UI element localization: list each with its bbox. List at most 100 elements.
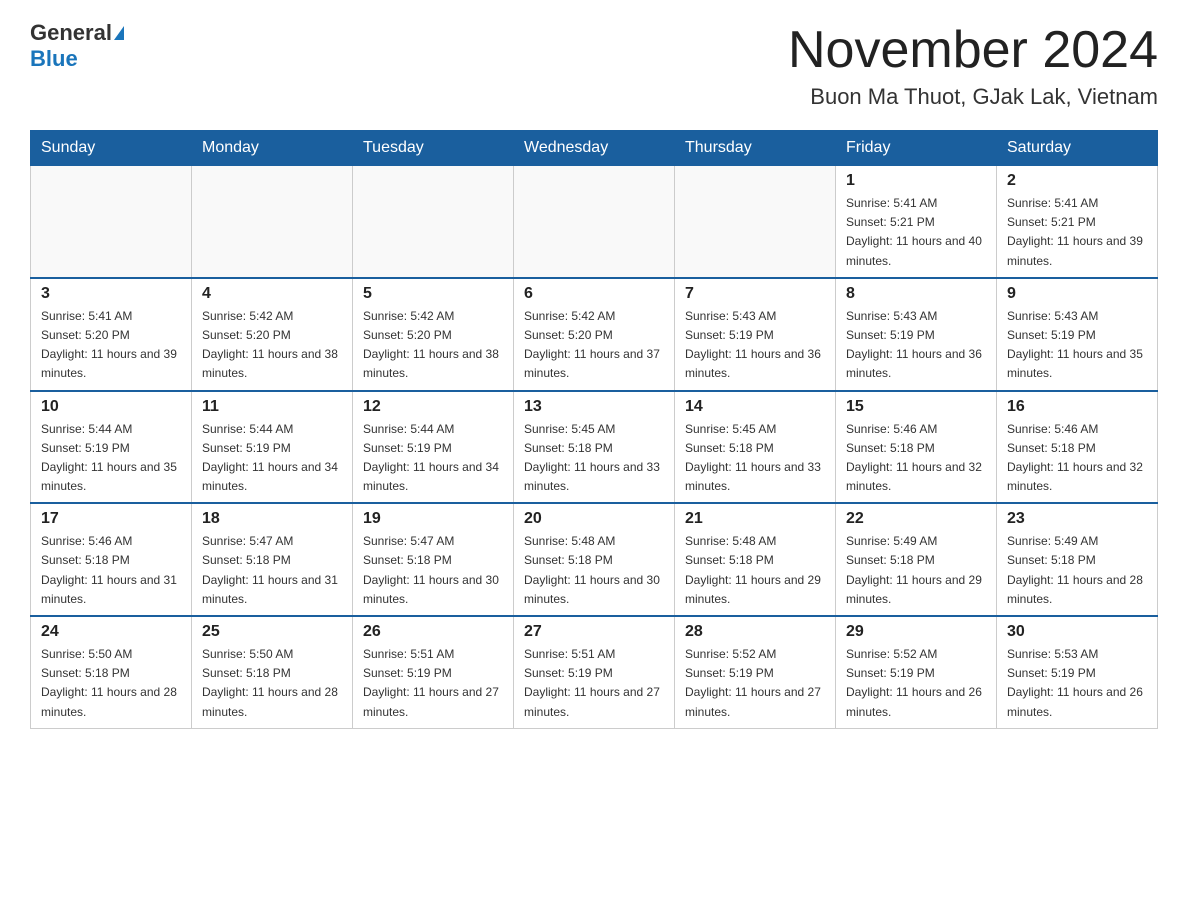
day-number: 24 — [41, 623, 181, 641]
calendar-day-cell — [675, 166, 836, 278]
day-number: 19 — [363, 510, 503, 528]
page-header: General Blue November 2024 Buon Ma Thuot… — [30, 20, 1158, 110]
calendar-header-row: SundayMondayTuesdayWednesdayThursdayFrid… — [31, 131, 1158, 166]
day-info: Sunrise: 5:45 AM Sunset: 5:18 PM Dayligh… — [685, 420, 825, 497]
calendar-day-cell: 17 Sunrise: 5:46 AM Sunset: 5:18 PM Dayli… — [31, 503, 192, 616]
calendar-day-cell: 7 Sunrise: 5:43 AM Sunset: 5:19 PM Daylig… — [675, 278, 836, 391]
calendar-day-cell — [31, 166, 192, 278]
day-of-week-header: Tuesday — [353, 131, 514, 166]
day-of-week-header: Saturday — [997, 131, 1158, 166]
day-info: Sunrise: 5:48 AM Sunset: 5:18 PM Dayligh… — [524, 532, 664, 609]
day-info: Sunrise: 5:50 AM Sunset: 5:18 PM Dayligh… — [41, 645, 181, 722]
calendar-day-cell: 2Sunrise: 5:41 AM Sunset: 5:21 PM Daylig… — [997, 166, 1158, 278]
calendar-day-cell: 25 Sunrise: 5:50 AM Sunset: 5:18 PM Dayli… — [192, 616, 353, 728]
day-number: 25 — [202, 623, 342, 641]
calendar-day-cell: 26Sunrise: 5:51 AM Sunset: 5:19 PM Dayli… — [353, 616, 514, 728]
day-of-week-header: Wednesday — [514, 131, 675, 166]
month-year-title: November 2024 — [788, 20, 1158, 80]
day-info: Sunrise: 5:49 AM Sunset: 5:18 PM Dayligh… — [846, 532, 986, 609]
day-number: 10 — [41, 398, 181, 416]
calendar-week-row: 3 Sunrise: 5:41 AM Sunset: 5:20 PM Daylig… — [31, 278, 1158, 391]
day-number: 22 — [846, 510, 986, 528]
day-info: Sunrise: 5:41 AM Sunset: 5:21 PM Dayligh… — [846, 194, 986, 271]
day-of-week-header: Monday — [192, 131, 353, 166]
day-info: Sunrise: 5:47 AM Sunset: 5:18 PM Dayligh… — [363, 532, 503, 609]
calendar-day-cell: 29Sunrise: 5:52 AM Sunset: 5:19 PM Dayli… — [836, 616, 997, 728]
calendar-day-cell: 13Sunrise: 5:45 AM Sunset: 5:18 PM Dayli… — [514, 391, 675, 504]
calendar-day-cell: 21 Sunrise: 5:48 AM Sunset: 5:18 PM Dayli… — [675, 503, 836, 616]
calendar-day-cell: 23Sunrise: 5:49 AM Sunset: 5:18 PM Dayli… — [997, 503, 1158, 616]
day-info: Sunrise: 5:46 AM Sunset: 5:18 PM Dayligh… — [846, 420, 986, 497]
day-info: Sunrise: 5:44 AM Sunset: 5:19 PM Dayligh… — [202, 420, 342, 497]
logo: General Blue — [30, 20, 124, 72]
day-number: 3 — [41, 285, 181, 303]
day-number: 2 — [1007, 172, 1147, 190]
calendar-week-row: 10 Sunrise: 5:44 AM Sunset: 5:19 PM Dayli… — [31, 391, 1158, 504]
day-number: 7 — [685, 285, 825, 303]
day-info: Sunrise: 5:48 AM Sunset: 5:18 PM Dayligh… — [685, 532, 825, 609]
day-number: 23 — [1007, 510, 1147, 528]
day-of-week-header: Friday — [836, 131, 997, 166]
day-info: Sunrise: 5:46 AM Sunset: 5:18 PM Dayligh… — [41, 532, 181, 609]
calendar-week-row: 1 Sunrise: 5:41 AM Sunset: 5:21 PM Daylig… — [31, 166, 1158, 278]
calendar-day-cell — [353, 166, 514, 278]
calendar-day-cell: 8Sunrise: 5:43 AM Sunset: 5:19 PM Daylig… — [836, 278, 997, 391]
day-number: 13 — [524, 398, 664, 416]
calendar-day-cell: 1 Sunrise: 5:41 AM Sunset: 5:21 PM Daylig… — [836, 166, 997, 278]
day-info: Sunrise: 5:51 AM Sunset: 5:19 PM Dayligh… — [524, 645, 664, 722]
calendar-day-cell — [192, 166, 353, 278]
day-number: 26 — [363, 623, 503, 641]
day-number: 1 — [846, 172, 986, 190]
calendar-day-cell: 9 Sunrise: 5:43 AM Sunset: 5:19 PM Daylig… — [997, 278, 1158, 391]
day-info: Sunrise: 5:42 AM Sunset: 5:20 PM Dayligh… — [202, 307, 342, 384]
location-text: Buon Ma Thuot, GJak Lak, Vietnam — [788, 84, 1158, 110]
title-section: November 2024 Buon Ma Thuot, GJak Lak, V… — [788, 20, 1158, 110]
calendar-day-cell: 4Sunrise: 5:42 AM Sunset: 5:20 PM Daylig… — [192, 278, 353, 391]
calendar-day-cell: 27 Sunrise: 5:51 AM Sunset: 5:19 PM Dayli… — [514, 616, 675, 728]
day-of-week-header: Sunday — [31, 131, 192, 166]
day-number: 20 — [524, 510, 664, 528]
day-number: 21 — [685, 510, 825, 528]
calendar-day-cell: 5Sunrise: 5:42 AM Sunset: 5:20 PM Daylig… — [353, 278, 514, 391]
calendar-day-cell: 15 Sunrise: 5:46 AM Sunset: 5:18 PM Dayli… — [836, 391, 997, 504]
calendar-week-row: 17 Sunrise: 5:46 AM Sunset: 5:18 PM Dayli… — [31, 503, 1158, 616]
calendar-table: SundayMondayTuesdayWednesdayThursdayFrid… — [30, 130, 1158, 729]
calendar-day-cell: 28 Sunrise: 5:52 AM Sunset: 5:19 PM Dayli… — [675, 616, 836, 728]
day-number: 18 — [202, 510, 342, 528]
logo-triangle-icon — [114, 26, 124, 40]
calendar-day-cell: 18Sunrise: 5:47 AM Sunset: 5:18 PM Dayli… — [192, 503, 353, 616]
calendar-day-cell: 22 Sunrise: 5:49 AM Sunset: 5:18 PM Dayli… — [836, 503, 997, 616]
day-of-week-header: Thursday — [675, 131, 836, 166]
day-info: Sunrise: 5:53 AM Sunset: 5:19 PM Dayligh… — [1007, 645, 1147, 722]
day-info: Sunrise: 5:44 AM Sunset: 5:19 PM Dayligh… — [41, 420, 181, 497]
day-number: 9 — [1007, 285, 1147, 303]
calendar-day-cell: 12 Sunrise: 5:44 AM Sunset: 5:19 PM Dayli… — [353, 391, 514, 504]
calendar-day-cell: 6Sunrise: 5:42 AM Sunset: 5:20 PM Daylig… — [514, 278, 675, 391]
day-number: 12 — [363, 398, 503, 416]
calendar-day-cell: 24 Sunrise: 5:50 AM Sunset: 5:18 PM Dayli… — [31, 616, 192, 728]
calendar-day-cell: 10 Sunrise: 5:44 AM Sunset: 5:19 PM Dayli… — [31, 391, 192, 504]
day-info: Sunrise: 5:44 AM Sunset: 5:19 PM Dayligh… — [363, 420, 503, 497]
day-info: Sunrise: 5:41 AM Sunset: 5:20 PM Dayligh… — [41, 307, 181, 384]
calendar-day-cell: 11Sunrise: 5:44 AM Sunset: 5:19 PM Dayli… — [192, 391, 353, 504]
calendar-day-cell: 20 Sunrise: 5:48 AM Sunset: 5:18 PM Dayli… — [514, 503, 675, 616]
day-number: 30 — [1007, 623, 1147, 641]
day-number: 28 — [685, 623, 825, 641]
calendar-day-cell: 19 Sunrise: 5:47 AM Sunset: 5:18 PM Dayli… — [353, 503, 514, 616]
day-info: Sunrise: 5:50 AM Sunset: 5:18 PM Dayligh… — [202, 645, 342, 722]
day-info: Sunrise: 5:46 AM Sunset: 5:18 PM Dayligh… — [1007, 420, 1147, 497]
day-info: Sunrise: 5:43 AM Sunset: 5:19 PM Dayligh… — [1007, 307, 1147, 384]
day-number: 8 — [846, 285, 986, 303]
day-info: Sunrise: 5:43 AM Sunset: 5:19 PM Dayligh… — [685, 307, 825, 384]
day-number: 6 — [524, 285, 664, 303]
day-number: 27 — [524, 623, 664, 641]
day-number: 14 — [685, 398, 825, 416]
day-number: 16 — [1007, 398, 1147, 416]
calendar-week-row: 24 Sunrise: 5:50 AM Sunset: 5:18 PM Dayli… — [31, 616, 1158, 728]
day-number: 17 — [41, 510, 181, 528]
day-number: 15 — [846, 398, 986, 416]
day-info: Sunrise: 5:52 AM Sunset: 5:19 PM Dayligh… — [685, 645, 825, 722]
logo-general-text: General — [30, 20, 112, 46]
calendar-day-cell: 14 Sunrise: 5:45 AM Sunset: 5:18 PM Dayli… — [675, 391, 836, 504]
day-number: 5 — [363, 285, 503, 303]
